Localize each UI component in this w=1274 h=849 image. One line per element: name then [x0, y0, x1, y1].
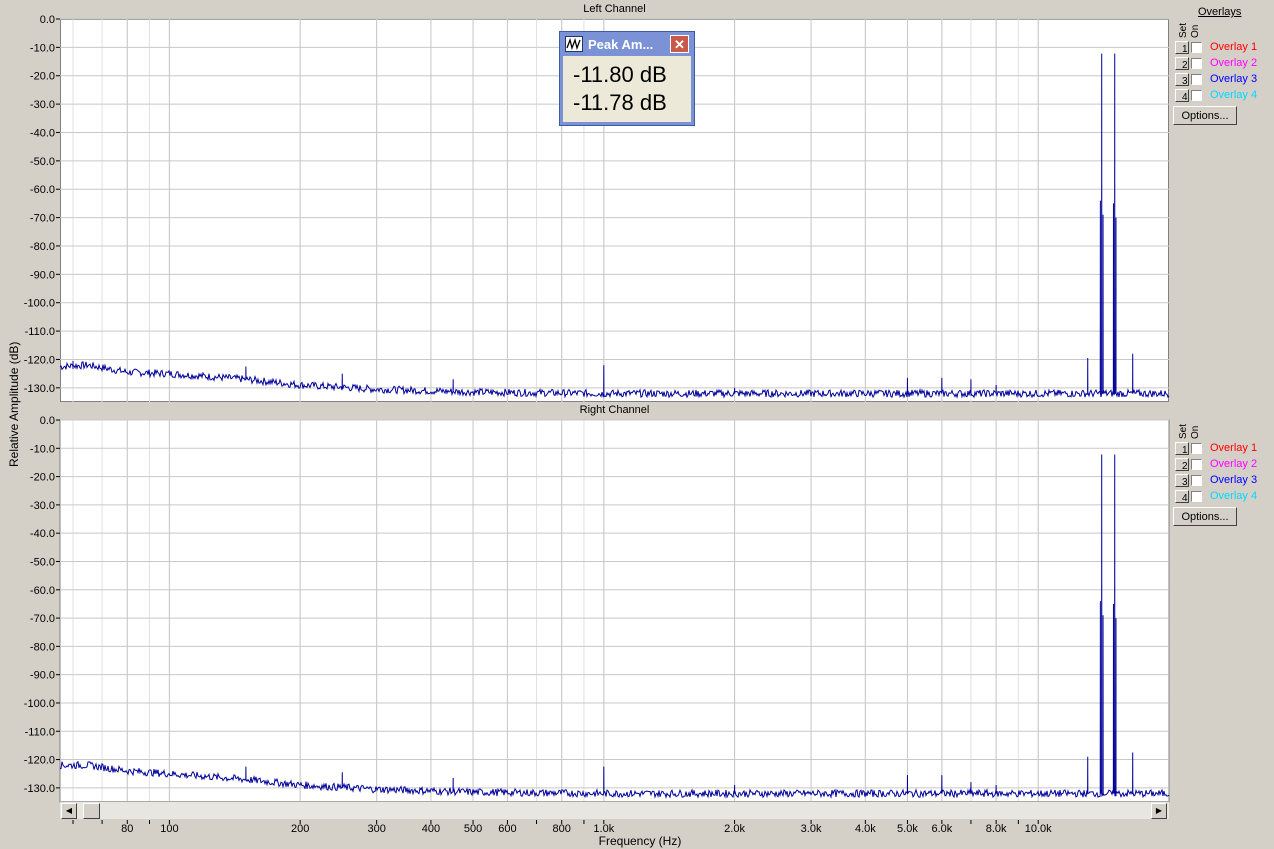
overlays-panel-left: Overlays Set On 1 Overlay 1 2 Overlay 2 … [1172, 0, 1272, 110]
arrow-right-icon: ▶ [1155, 806, 1163, 815]
overlay-2-checkbox[interactable] [1191, 58, 1202, 69]
x-tick-label: 2.0k [724, 823, 745, 835]
overlay-1-set-button[interactable]: 1 [1175, 442, 1189, 456]
set-column-label: Set [1178, 423, 1189, 439]
x-tick-label: 500 [464, 823, 482, 835]
overlay-2-set-button[interactable]: 2 [1175, 57, 1189, 71]
overlay-3-label: Overlay 3 [1210, 474, 1258, 486]
overlay-4-label: Overlay 4 [1210, 490, 1258, 502]
overlay-row: 3 Overlay 3 [1175, 473, 1270, 489]
scroll-right-button[interactable]: ▶ [1151, 803, 1167, 819]
options-button-right[interactable]: Options... [1173, 507, 1237, 526]
popup-title: Peak Am... [588, 37, 654, 52]
x-tick-label: 5.0k [897, 823, 918, 835]
overlay-2-label: Overlay 2 [1210, 57, 1258, 69]
scroll-thumb[interactable] [83, 803, 100, 819]
overlay-3-label: Overlay 3 [1210, 73, 1258, 85]
waveform-icon [565, 36, 583, 52]
overlay-1-checkbox[interactable] [1191, 42, 1202, 53]
left-peak-value: -11.80 dB [573, 62, 667, 87]
x-tick-label: 8.0k [986, 823, 1007, 835]
overlay-row: 2 Overlay 2 [1175, 56, 1270, 72]
overlay-row: 1 Overlay 1 [1175, 40, 1270, 56]
overlay-3-set-button[interactable]: 3 [1175, 73, 1189, 87]
options-button-left[interactable]: Options... [1173, 106, 1237, 125]
overlay-3-checkbox[interactable] [1191, 475, 1202, 486]
overlay-3-checkbox[interactable] [1191, 74, 1202, 85]
overlay-row: 4 Overlay 4 [1175, 88, 1270, 104]
y-tick-label: -80.0 [30, 641, 55, 653]
overlay-4-label: Overlay 4 [1210, 89, 1258, 101]
right-peak-value: -11.78 dB [573, 90, 667, 115]
y-tick-label: -10.0 [30, 443, 55, 455]
y-tick-label: -120.0 [24, 755, 55, 767]
scroll-left-button[interactable]: ◀ [61, 803, 77, 819]
right-channel-plot[interactable] [59, 419, 1170, 803]
y-tick-label: -110.0 [25, 726, 55, 738]
overlay-4-set-button[interactable]: 4 [1175, 490, 1189, 504]
y-tick-label: 0.0 [40, 415, 55, 427]
x-tick-label: 600 [498, 823, 516, 835]
x-tick-label: 6.0k [931, 823, 952, 835]
y-tick-label: -130.0 [24, 783, 55, 795]
on-column-label: On [1190, 425, 1201, 439]
overlay-4-checkbox[interactable] [1191, 90, 1202, 101]
x-tick-label: 10.0k [1025, 823, 1052, 835]
overlays-panel-right: Set On 1 Overlay 1 2 Overlay 2 3 Overlay… [1172, 401, 1272, 511]
horizontal-scrollbar[interactable]: ◀ ▶ [60, 801, 1169, 819]
y-tick-label: -100.0 [24, 698, 55, 710]
overlay-4-set-button[interactable]: 4 [1175, 89, 1189, 103]
x-tick-label: 80 [121, 823, 133, 835]
on-column-label: On [1190, 24, 1201, 38]
y-tick-label: -20.0 [30, 472, 55, 484]
overlay-2-label: Overlay 2 [1210, 458, 1258, 470]
y-tick-label: -60.0 [30, 585, 55, 597]
x-tick-label: 3.0k [801, 823, 822, 835]
y-tick-label: -30.0 [30, 500, 55, 512]
y-axis-label: Relative Amplitude (dB) [7, 341, 21, 467]
overlay-row: 3 Overlay 3 [1175, 72, 1270, 88]
popup-body: -11.80 dB -11.78 dB [563, 56, 691, 122]
y-tick-label: -70.0 [30, 613, 55, 625]
right-channel-chart: 0.0 -10.0 -20.0 -30.0 -40.0 -50.0 -60.0 -70.0 -8… [24, 415, 1170, 835]
overlays-header[interactable]: Overlays [1198, 6, 1241, 18]
overlay-1-label: Overlay 1 [1210, 442, 1258, 454]
y-tick-label: -90.0 [30, 670, 55, 682]
overlay-1-set-button[interactable]: 1 [1175, 41, 1189, 55]
overlay-row: 4 Overlay 4 [1175, 489, 1270, 505]
arrow-left-icon: ◀ [65, 806, 73, 815]
overlay-1-label: Overlay 1 [1210, 41, 1258, 53]
overlay-4-checkbox[interactable] [1191, 491, 1202, 502]
overlay-2-checkbox[interactable] [1191, 459, 1202, 470]
close-icon: ✕ [674, 36, 685, 52]
overlay-1-checkbox[interactable] [1191, 443, 1202, 454]
y-tick-label: -40.0 [30, 528, 55, 540]
x-tick-label: 100 [160, 823, 178, 835]
x-axis-label: Frequency (Hz) [598, 834, 682, 848]
overlay-row: 2 Overlay 2 [1175, 457, 1270, 473]
x-tick-label: 300 [367, 823, 385, 835]
y-tick-label: -50.0 [30, 556, 55, 568]
set-column-label: Set [1178, 22, 1189, 38]
x-tick-label: 200 [291, 823, 309, 835]
x-tick-label: 400 [422, 823, 440, 835]
overlay-2-set-button[interactable]: 2 [1175, 458, 1189, 472]
x-tick-label: 4.0k [855, 823, 876, 835]
overlay-row: 1 Overlay 1 [1175, 441, 1270, 457]
overlay-3-set-button[interactable]: 3 [1175, 474, 1189, 488]
popup-close-button[interactable]: ✕ [670, 35, 689, 53]
